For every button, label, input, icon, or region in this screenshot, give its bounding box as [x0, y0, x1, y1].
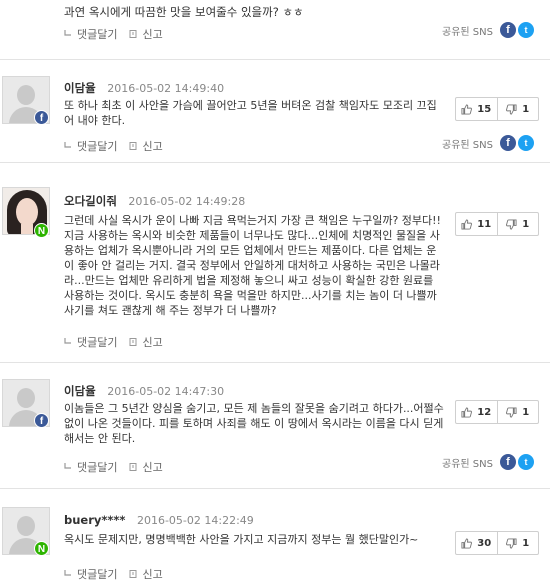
reply-icon	[64, 570, 71, 576]
comment-actions: 댓글달기 신고	[64, 138, 163, 154]
thumbs-up-icon	[461, 218, 473, 230]
report-button[interactable]: 신고	[129, 334, 163, 350]
thumbs-up-icon	[461, 103, 473, 115]
share-sns: 공유된 SNS f t	[442, 454, 534, 470]
comment-item: f 이담율 2016-05-02 14:49:40 또 하나 최초 이 사안을 …	[0, 60, 550, 163]
comment-text: 과연 옥시에게 따끔한 맛을 보여줄수 있을까? ㅎㅎ	[64, 5, 304, 19]
share-sns: 공유된 SNS f t	[442, 135, 534, 151]
comment-item: N 오다길이줘 2016-05-02 14:49:28 그런데 사실 옥시가 운…	[0, 163, 550, 363]
twitter-share-icon[interactable]: t	[518, 135, 534, 151]
comment-item-partial: 과연 옥시에게 따끔한 맛을 보여줄수 있을까? ㅎㅎ 댓글달기 신고 공유된 …	[0, 0, 550, 60]
comment-author[interactable]: 이담율	[64, 81, 96, 95]
dislike-button[interactable]: 1	[496, 213, 539, 235]
like-button[interactable]: 11	[456, 213, 497, 235]
dislike-button[interactable]: 1	[496, 401, 539, 423]
report-icon	[129, 463, 137, 471]
facebook-share-icon[interactable]: f	[500, 22, 516, 38]
report-icon	[129, 30, 137, 38]
comment-actions: 댓글달기 신고	[64, 334, 163, 350]
reply-icon	[64, 463, 71, 469]
comment-actions: 댓글달기 신고	[64, 566, 163, 582]
comment-text: 또 하나 최초 이 사안을 가슴에 끌어안고 5년을 버텨온 검찰 책임자도 모…	[64, 99, 437, 127]
facebook-share-icon[interactable]: f	[500, 135, 516, 151]
report-icon	[129, 570, 137, 578]
comment-actions: 댓글달기 신고	[64, 459, 163, 475]
facebook-share-icon[interactable]: f	[500, 454, 516, 470]
reply-icon	[64, 30, 71, 36]
reply-button[interactable]: 댓글달기	[64, 334, 117, 350]
comment-meta: 이담율 2016-05-02 14:49:40	[64, 80, 224, 96]
facebook-badge-icon: f	[34, 110, 49, 125]
comment-date: 2016-05-02 14:49:28	[128, 195, 246, 208]
twitter-share-icon[interactable]: t	[518, 454, 534, 470]
comment-meta: 이담율 2016-05-02 14:47:30	[64, 383, 224, 399]
reply-icon	[64, 338, 71, 344]
thumbs-down-icon	[506, 218, 517, 230]
thumbs-down-icon	[506, 537, 517, 549]
report-button[interactable]: 신고	[129, 138, 163, 154]
facebook-badge-icon: f	[34, 413, 49, 428]
naver-badge-icon: N	[34, 223, 49, 238]
vote-box: 12 1	[455, 400, 539, 424]
vote-box: 15 1	[455, 97, 539, 121]
twitter-share-icon[interactable]: t	[518, 22, 534, 38]
like-button[interactable]: 15	[456, 98, 497, 120]
comment-author[interactable]: 이담율	[64, 384, 96, 398]
comment-text: 옥시도 문제지만, 명명백백한 사안을 가지고 지금까지 정부는 뭘 했단말인가…	[64, 533, 419, 546]
reply-button[interactable]: 댓글달기	[64, 566, 117, 582]
thumbs-down-icon	[506, 103, 517, 115]
comment-item: N buery**** 2016-05-02 14:22:49 옥시도 문제지만…	[0, 489, 550, 586]
comment-date: 2016-05-02 14:22:49	[136, 514, 254, 527]
vote-box: 11 1	[455, 212, 539, 236]
thumbs-down-icon	[506, 406, 517, 418]
comment-meta: buery**** 2016-05-02 14:22:49	[64, 513, 254, 527]
naver-badge-icon: N	[34, 541, 49, 556]
thumbs-up-icon	[461, 537, 473, 549]
comment-date: 2016-05-02 14:47:30	[107, 385, 225, 398]
report-button[interactable]: 신고	[129, 459, 163, 475]
vote-box: 30 1	[455, 531, 539, 555]
comment-text: 이놈들은 그 5년간 양심을 숨기고, 모든 제 놈들의 잘못을 숨기려고 하다…	[64, 402, 444, 445]
comment-date: 2016-05-02 14:49:40	[107, 82, 225, 95]
comment-author[interactable]: 오다길이줘	[64, 194, 117, 208]
comment-text: 그런데 사실 옥시가 운이 나빠 지금 욕먹는거지 가장 큰 책임은 누구일까?…	[64, 214, 441, 317]
report-icon	[129, 338, 137, 346]
reply-icon	[64, 142, 71, 148]
like-button[interactable]: 30	[456, 532, 497, 554]
comment-author[interactable]: buery****	[64, 513, 125, 527]
dislike-button[interactable]: 1	[496, 98, 539, 120]
share-sns: 공유된 SNS f t	[442, 22, 534, 38]
comment-item: f 이담율 2016-05-02 14:47:30 이놈들은 그 5년간 양심을…	[0, 363, 550, 489]
like-button[interactable]: 12	[456, 401, 497, 423]
reply-button[interactable]: 댓글달기	[64, 26, 117, 42]
thumbs-up-icon	[461, 406, 473, 418]
comment-actions: 댓글달기 신고	[64, 26, 163, 42]
reply-button[interactable]: 댓글달기	[64, 138, 117, 154]
report-icon	[129, 142, 137, 150]
report-button[interactable]: 신고	[129, 566, 163, 582]
reply-button[interactable]: 댓글달기	[64, 459, 117, 475]
dislike-button[interactable]: 1	[496, 532, 539, 554]
report-button[interactable]: 신고	[129, 26, 163, 42]
comment-meta: 오다길이줘 2016-05-02 14:49:28	[64, 193, 245, 209]
